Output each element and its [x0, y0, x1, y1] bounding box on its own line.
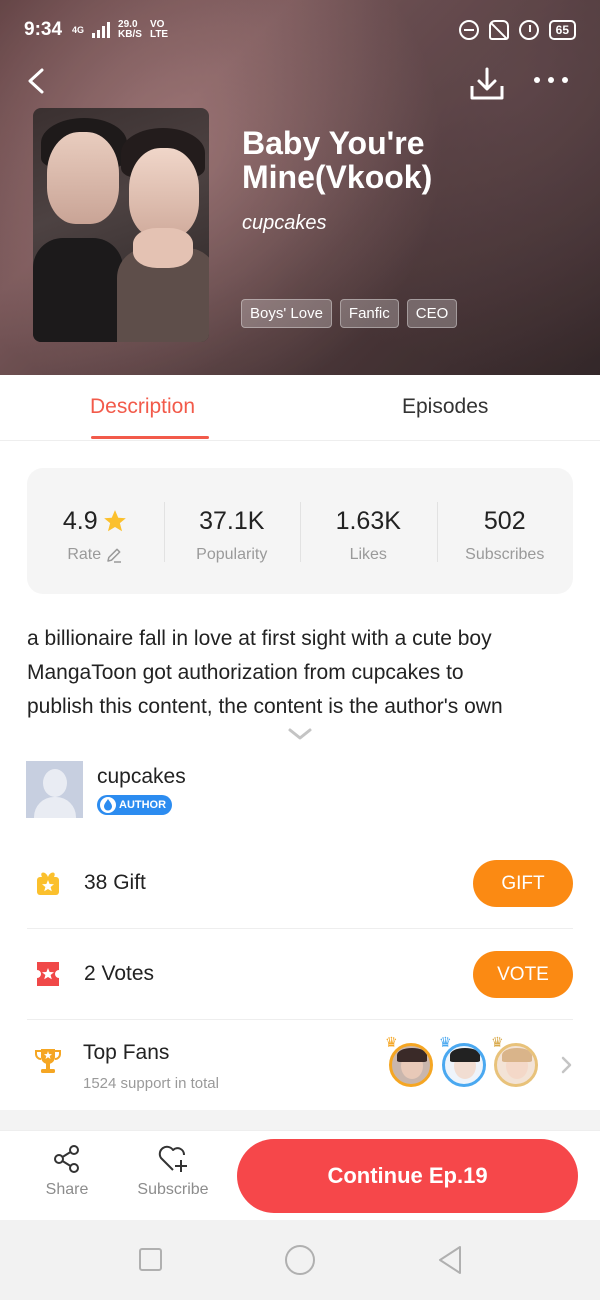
author-name[interactable]: cupcakes [97, 765, 186, 789]
download-icon[interactable] [468, 66, 506, 102]
gift-row: 38 Gift GIFT [27, 838, 573, 929]
system-back-icon[interactable] [436, 1244, 464, 1276]
subscribe-button[interactable]: Subscribe [132, 1143, 214, 1199]
status-icons: 65 [458, 20, 576, 40]
signal-icon [92, 22, 111, 38]
more-options-icon[interactable] [534, 72, 574, 88]
volte-bottom: LTE [149, 29, 169, 40]
rate-label-row: Rate [27, 546, 164, 564]
stat-popularity: 37.1K Popularity [163, 468, 301, 594]
bottom-action-bar: Share Subscribe Continue Ep.19 [0, 1130, 600, 1220]
author-avatar[interactable] [26, 761, 83, 818]
share-label: Share [45, 1181, 89, 1198]
book-title: Baby You're Mine(Vkook) [242, 125, 433, 195]
section-divider [0, 1110, 600, 1130]
gift-count: 38 Gift [84, 871, 146, 894]
gift-button[interactable]: GIFT [473, 860, 573, 907]
likes-value: 1.63K [335, 506, 401, 535]
volte-indicator: VO LTE [150, 20, 168, 40]
rate-value: 4.9 [62, 506, 98, 535]
stat-subscribes: 502 Subscribes [436, 468, 574, 594]
book-description: a billionaire fall in love at first sigh… [27, 622, 577, 724]
status-time: 9:34 [24, 19, 63, 40]
back-arrow-icon[interactable] [24, 66, 54, 96]
subscribes-value: 502 [483, 506, 526, 535]
likes-label: Likes [349, 546, 387, 563]
share-icon [54, 1145, 79, 1173]
home-icon[interactable] [285, 1245, 315, 1275]
description-line: MangaToon got authorization from cupcake… [27, 661, 464, 684]
author-badge-icon [100, 797, 116, 813]
book-cover-image [33, 108, 209, 342]
vote-button[interactable]: VOTE [473, 951, 573, 998]
tab-description[interactable]: Description [90, 395, 195, 419]
fan-avatar-3[interactable] [494, 1043, 538, 1087]
alarm-icon [518, 20, 539, 40]
top-nav [0, 60, 600, 104]
tag-boys-love[interactable]: Boys' Love [241, 299, 332, 328]
votes-row: 2 Votes VOTE [27, 929, 573, 1020]
tag-ceo[interactable]: CEO [406, 299, 458, 328]
stat-rate[interactable]: 4.9 Rate [27, 468, 164, 594]
network-speed: 29.0 KB/S [118, 20, 142, 40]
description-line: a billionaire fall in love at first sigh… [27, 627, 492, 650]
author-badge: AUTHOR [97, 795, 173, 815]
network-indicator: 4G 29.0 KB/S VO LTE [72, 20, 168, 40]
tag-list: Boys' Love Fanfic CEO [241, 299, 458, 328]
top-fans-row[interactable]: Top Fans 1524 support in total ♛ ♛ ♛ [27, 1020, 573, 1110]
stat-likes: 1.63K Likes [300, 468, 437, 594]
tab-bar: Description Episodes [0, 375, 600, 441]
battery-icon: 65 [548, 20, 576, 40]
trophy-icon [35, 1049, 61, 1073]
fan-avatar-1[interactable] [389, 1043, 433, 1087]
description-line: publish this content, the content is the… [27, 695, 503, 718]
heart-plus-icon [158, 1145, 187, 1172]
top-fans-title: Top Fans [83, 1041, 170, 1064]
chevron-right-icon[interactable] [559, 1054, 573, 1076]
network-type: 4G [72, 24, 85, 35]
top-fans-subtitle: 1524 support in total [83, 1075, 219, 1092]
author-badge-label: AUTHOR [119, 799, 167, 811]
vote-ticket-icon [37, 962, 59, 986]
do-not-disturb-icon [458, 20, 479, 40]
book-author[interactable]: cupcakes [242, 212, 327, 235]
subscribe-label: Subscribe [137, 1181, 209, 1198]
recent-apps-icon[interactable] [139, 1248, 162, 1271]
votes-count: 2 Votes [84, 962, 155, 985]
rate-value-row: 4.9 [27, 506, 164, 536]
stats-card: 4.9 Rate 37.1K Popularity 1.63K Likes 50… [27, 468, 573, 594]
system-navigation-bar [0, 1220, 600, 1300]
pencil-icon [107, 548, 122, 563]
popularity-value: 37.1K [199, 506, 265, 535]
continue-reading-button[interactable]: Continue Ep.19 [237, 1139, 578, 1213]
fan-avatar-2[interactable] [442, 1043, 486, 1087]
status-bar: 9:34 4G 29.0 KB/S VO LTE 65 [0, 0, 600, 60]
popularity-label: Popularity [196, 546, 268, 563]
rate-label: Rate [67, 546, 102, 563]
bell-muted-icon [488, 20, 509, 40]
book-detail-screen: 9:34 4G 29.0 KB/S VO LTE 65 Baby You're … [0, 0, 600, 1300]
subscribes-label: Subscribes [465, 546, 545, 563]
star-icon [103, 510, 126, 532]
tag-fanfic[interactable]: Fanfic [339, 299, 399, 328]
share-button[interactable]: Share [40, 1143, 94, 1199]
active-tab-indicator [91, 436, 209, 439]
tab-episodes[interactable]: Episodes [402, 395, 488, 419]
chevron-down-icon[interactable] [287, 726, 313, 742]
speed-unit: KB/S [118, 29, 142, 40]
gift-icon [37, 872, 59, 895]
